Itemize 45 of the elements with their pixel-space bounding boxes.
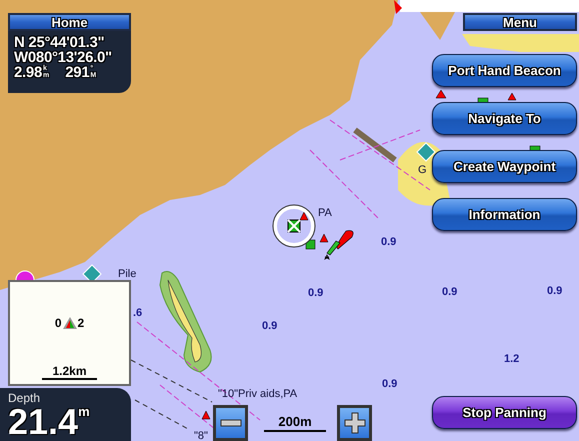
chart-label: "10"Priv aids,PA xyxy=(218,388,298,400)
minus-icon xyxy=(220,419,242,427)
depth-sounding: 0.9 xyxy=(308,287,324,299)
chart-label: PA xyxy=(318,207,332,219)
menu-button[interactable]: Information xyxy=(432,198,577,231)
stop-panning-button[interactable]: Stop Panning xyxy=(432,396,577,429)
cursor-icon xyxy=(271,203,317,249)
depth-sounding: 0.9 xyxy=(547,285,562,297)
triangle-marker-icon xyxy=(300,212,308,220)
flag-marker-icon xyxy=(394,0,402,14)
depth-unit: m xyxy=(78,405,90,419)
distance-text: 2.98 xyxy=(14,65,42,80)
menu-header[interactable]: Menu xyxy=(463,13,577,31)
depth-sounding: 0.9 xyxy=(382,378,398,390)
pier xyxy=(353,128,397,162)
scale-bar: 200m xyxy=(264,414,326,432)
triangle-marker-icon xyxy=(320,234,328,242)
depth-label: Depth xyxy=(8,392,42,405)
triangle-marker-icon xyxy=(508,92,516,100)
depth-sounding: 1.2 xyxy=(504,353,520,365)
longitude-text: W080°13'26.0" xyxy=(14,50,113,65)
boat-icon xyxy=(62,316,78,330)
chart-label: "8" xyxy=(194,430,208,441)
zoom-out-button[interactable] xyxy=(213,405,248,441)
diamond-marker-icon xyxy=(416,142,436,162)
home-header[interactable]: Home xyxy=(8,13,131,31)
plus-icon xyxy=(344,412,366,434)
overview-label: 0 xyxy=(54,316,62,330)
bearing-text: 291 xyxy=(65,65,90,80)
latitude-text: N 25°44'01.3" xyxy=(14,35,106,50)
depth-sounding: 0.9 xyxy=(381,236,396,248)
triangle-marker-icon xyxy=(202,410,210,420)
overview-label: 2 xyxy=(78,316,84,330)
zoom-in-button[interactable] xyxy=(337,405,372,441)
chart-label: Pile xyxy=(118,268,136,280)
depth-sounding: 0.9 xyxy=(442,286,458,298)
menu-button[interactable]: Navigate To xyxy=(432,102,577,135)
menu-button[interactable]: Port Hand Beacon xyxy=(432,54,577,87)
menu-button[interactable]: Create Waypoint xyxy=(432,150,577,183)
chart-label: G xyxy=(418,164,427,176)
depth-sounding: .6 xyxy=(133,307,142,319)
depth-sounding: 0.9 xyxy=(262,320,278,332)
scale-bar: 1.2km xyxy=(42,365,97,380)
triangle-marker-icon xyxy=(436,90,446,98)
depth-value: 21.4 xyxy=(8,405,78,439)
